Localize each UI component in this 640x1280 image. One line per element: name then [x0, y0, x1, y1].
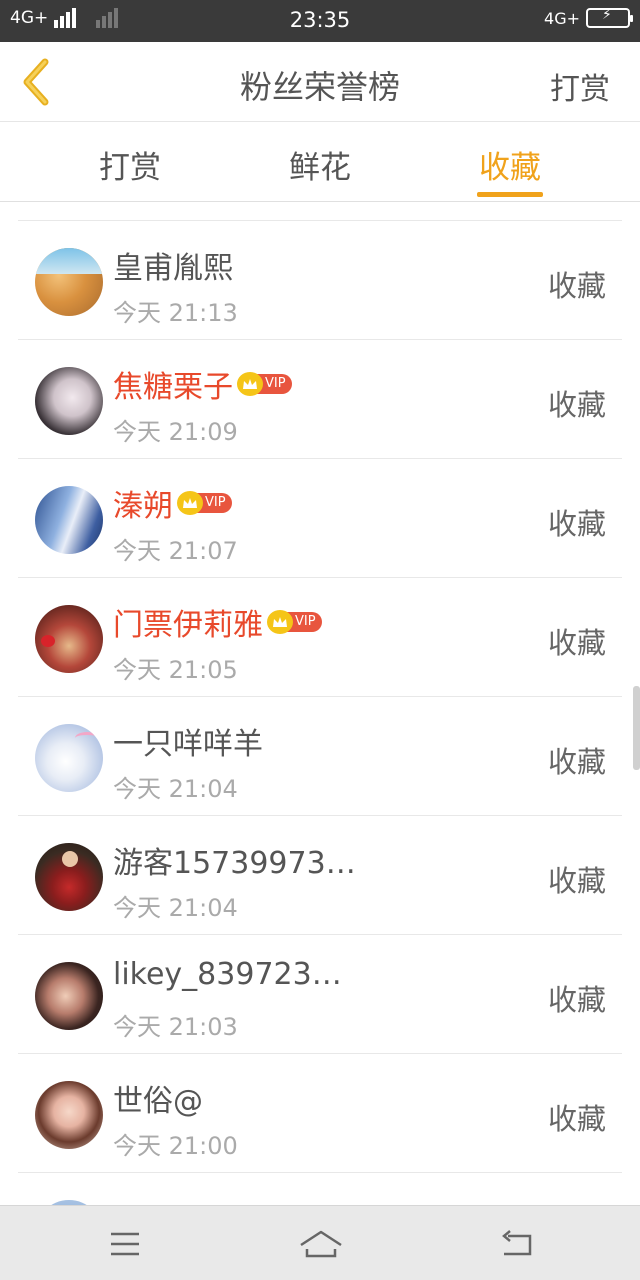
chevron-left-icon [23, 58, 49, 106]
list-item[interactable]: 焦糖栗子 VIP 今天 21:09 收藏 [18, 339, 622, 458]
back-arrow-icon [502, 1230, 532, 1256]
vip-badge: VIP [267, 610, 322, 634]
user-name: 世俗@ [113, 1084, 203, 1119]
list-item[interactable]: 一只咩咩羊 今天 21:04 收藏 [18, 696, 622, 815]
battery-charging-icon: ⚡ [586, 7, 633, 28]
user-name: 焦糖栗子 [113, 370, 233, 405]
timestamp: 今天 21:07 [113, 537, 238, 565]
status-bar-right: 4G+ ⚡ [544, 7, 633, 28]
page-title: 粉丝荣誉榜 [239, 68, 400, 106]
network-label-right: 4G+ [544, 8, 580, 28]
tab-favorites[interactable]: 收藏 [450, 142, 570, 187]
system-navigation-bar [0, 1205, 640, 1280]
user-name: 游客15739973… [113, 846, 356, 881]
list-item[interactable]: likey_839723… 今天 21:03 收藏 [18, 934, 622, 1053]
list-item[interactable]: 世俗@ 今天 21:00 收藏 [18, 1053, 622, 1172]
avatar[interactable] [35, 1081, 103, 1149]
user-name: 溱朔 [113, 489, 173, 524]
timestamp: 今天 21:04 [113, 894, 238, 922]
user-name: likey_839723… [113, 957, 342, 992]
tab-flowers[interactable]: 鲜花 [260, 142, 380, 187]
timestamp: 今天 21:05 [113, 656, 238, 684]
action-label: 收藏 [547, 745, 606, 779]
menu-button[interactable] [105, 1228, 145, 1260]
avatar[interactable] [35, 605, 103, 673]
status-bar: 4G+ 23:35 4G+ ⚡ [0, 0, 640, 42]
action-label: 收藏 [547, 626, 606, 660]
user-name: 门票伊莉雅 [113, 608, 263, 643]
tab-bar: 打赏 鲜花 收藏 [0, 122, 640, 202]
vip-badge: VIP [177, 491, 232, 515]
action-label: 收藏 [547, 388, 606, 422]
avatar[interactable] [35, 724, 103, 792]
home-button[interactable] [298, 1228, 344, 1260]
action-label: 收藏 [547, 983, 606, 1017]
timestamp: 今天 21:09 [113, 418, 238, 446]
list-item[interactable]: 游客15739973… 今天 21:04 收藏 [18, 815, 622, 934]
crown-icon [267, 610, 293, 634]
reward-button[interactable]: 打赏 [550, 64, 610, 108]
action-label: 收藏 [547, 864, 606, 898]
timestamp: 今天 21:03 [113, 1013, 238, 1041]
user-name: 一只咩咩羊 [113, 727, 263, 762]
avatar[interactable] [35, 486, 103, 554]
avatar[interactable] [35, 248, 103, 316]
avatar[interactable] [35, 843, 103, 911]
action-label: 收藏 [547, 1102, 606, 1136]
back-button[interactable] [12, 56, 60, 108]
list-item[interactable]: 门票伊莉雅 VIP 今天 21:05 收藏 [18, 577, 622, 696]
header: 粉丝荣誉榜 打赏 [0, 42, 640, 122]
fan-list: 皇甫胤熙 今天 21:13 收藏 焦糖栗子 VIP 今天 21:09 收藏 溱朔… [0, 220, 640, 1268]
crown-icon [177, 491, 203, 515]
scrollbar-thumb[interactable] [633, 686, 640, 770]
list-item[interactable]: 皇甫胤熙 今天 21:13 收藏 [18, 220, 622, 339]
list-item[interactable]: 溱朔 VIP 今天 21:07 收藏 [18, 458, 622, 577]
timestamp: 今天 21:00 [113, 1132, 238, 1160]
avatar[interactable] [35, 962, 103, 1030]
vip-badge: VIP [237, 372, 292, 396]
tab-reward[interactable]: 打赏 [70, 142, 190, 187]
timestamp: 今天 21:13 [113, 299, 238, 327]
action-label: 收藏 [547, 269, 606, 303]
avatar[interactable] [35, 367, 103, 435]
system-back-button[interactable] [497, 1228, 537, 1260]
crown-icon [237, 372, 263, 396]
action-label: 收藏 [547, 507, 606, 541]
active-tab-indicator [477, 192, 543, 197]
home-icon [300, 1230, 342, 1258]
user-name: 皇甫胤熙 [113, 251, 233, 286]
timestamp: 今天 21:04 [113, 775, 238, 803]
menu-icon [111, 1232, 139, 1256]
